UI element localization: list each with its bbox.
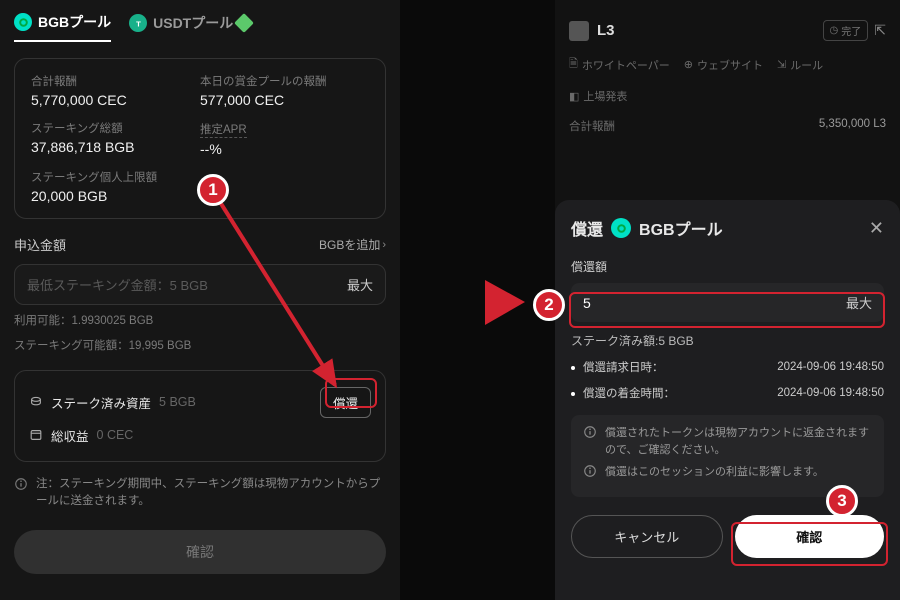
- total-reward-value: 5,770,000 CEC: [31, 92, 200, 108]
- cancel-button[interactable]: キャンセル: [571, 515, 723, 558]
- apply-title: 申込金額: [14, 235, 66, 254]
- confirm-stake-button[interactable]: 確認: [14, 530, 386, 574]
- staking-panel: BGBプール T USDTプール 合計報酬 5,770,000 CEC 本日の賞…: [0, 0, 400, 600]
- stake-total-label: ステーキング総額: [31, 120, 200, 136]
- tab-usdt-label: USDTプール: [153, 13, 233, 33]
- stake-total-value: 37,886,718 BGB: [31, 139, 200, 155]
- bullet-icon: [571, 392, 575, 396]
- stake-input-placeholder: 最低ステーキング金額：5 BGB: [27, 275, 208, 294]
- modal-pool-name: BGBプール: [639, 216, 723, 240]
- apr-label: 推定APR: [200, 121, 247, 138]
- personal-cap-value: 20,000 BGB: [31, 188, 200, 204]
- annotation-badge-1: 1: [197, 174, 229, 206]
- stake-max-button[interactable]: 最大: [347, 275, 373, 294]
- ru-stat-value: 5,350,000 L3: [819, 118, 886, 134]
- arrival-time-label: 償還の着金時間：: [583, 388, 675, 400]
- info-text-2: 償還はこのセッションの利益に影響します。: [605, 464, 824, 481]
- rules-link[interactable]: ⇲ルール: [777, 55, 823, 74]
- usdt-icon: T: [129, 14, 147, 32]
- share-icon[interactable]: ⇱: [874, 22, 886, 39]
- status-done-chip: ◷ 完了: [823, 20, 869, 41]
- staked-assets-label: ステーク済み資産: [51, 393, 151, 412]
- add-bgb-link[interactable]: BGBを追加 ›: [319, 236, 386, 253]
- confirm-redeem-button[interactable]: 確認: [735, 515, 885, 558]
- tab-bgb-pool[interactable]: BGBプール: [14, 12, 111, 42]
- modal-title-prefix: 償還: [571, 216, 603, 240]
- redeem-info-box: 償還されたトークンは現物アカウントに返金されますので、ご確認ください。 償還はこ…: [571, 415, 884, 497]
- arrival-time-value: 2024-09-06 19:48:50: [777, 387, 884, 399]
- annotation-badge-2: 2: [533, 289, 565, 321]
- svg-text:T: T: [136, 19, 141, 28]
- info-icon: [583, 425, 597, 439]
- total-earnings-value: 0 CEC: [97, 428, 134, 442]
- coins-icon: [29, 395, 43, 409]
- calendar-icon: [29, 428, 43, 442]
- done-label: 完了: [841, 23, 861, 38]
- redeem-button[interactable]: 償還: [320, 387, 371, 418]
- cube-icon: [234, 13, 254, 33]
- chevron-right-icon: ›: [382, 239, 386, 251]
- today-reward-value: 577,000 CEC: [200, 92, 369, 108]
- redeem-amount-value: 5: [583, 295, 591, 311]
- ru-stat-label: 合計報酬: [569, 118, 615, 134]
- staking-note: 注：ステーキング期間中、ステーキング額は現物アカウントからプールに送金されます。: [14, 476, 386, 511]
- megaphone-icon: ◧: [569, 90, 579, 103]
- link-icon: ⇲: [777, 58, 786, 71]
- available-balance: 利用可能：1.9930025 BGB: [14, 313, 386, 330]
- annotation-badge-3: 3: [826, 485, 858, 517]
- doc-icon: 🗎: [569, 55, 578, 74]
- whitepaper-link[interactable]: 🗎ホワイトペーパー: [569, 55, 670, 74]
- bgb-icon: [611, 218, 631, 238]
- total-earnings-label: 総収益: [51, 426, 89, 445]
- staked-amount-line: ステーク済み額:5 BGB: [571, 332, 884, 349]
- bullet-icon: [571, 366, 575, 370]
- staked-assets-value: 5 BGB: [159, 395, 196, 409]
- bgb-icon: [14, 13, 32, 31]
- info-icon: [14, 477, 28, 491]
- apr-value: --%: [200, 141, 369, 157]
- today-reward-label: 本日の賞金プールの報酬: [200, 73, 369, 89]
- info-icon: [583, 464, 597, 478]
- step-arrow-icon: [480, 275, 530, 330]
- stake-amount-input[interactable]: 最低ステーキング金額：5 BGB 最大: [14, 264, 386, 305]
- apply-section: 申込金額 BGBを追加 ›: [14, 235, 386, 254]
- globe-icon: ⊕: [684, 58, 693, 71]
- redeem-amount-label: 償還額: [571, 258, 884, 275]
- close-icon[interactable]: ✕: [869, 218, 884, 239]
- redeem-max-button[interactable]: 最大: [846, 293, 872, 312]
- stakeable-amount: ステーキング可能額：19,995 BGB: [14, 338, 386, 355]
- info-text-1: 償還されたトークンは現物アカウントに返金されますので、ご確認ください。: [605, 425, 872, 458]
- project-icon: [569, 21, 589, 41]
- tab-bgb-label: BGBプール: [38, 12, 111, 32]
- personal-cap-label: ステーキング個人上限額: [31, 169, 200, 185]
- redeem-amount-input[interactable]: 5 最大: [571, 283, 884, 322]
- listing-link[interactable]: ◧上場発表: [569, 88, 627, 104]
- request-time-value: 2024-09-06 19:48:50: [777, 361, 884, 373]
- total-reward-label: 合計報酬: [31, 73, 200, 89]
- pool-tabs: BGBプール T USDTプール: [14, 10, 386, 52]
- project-title: L3: [597, 22, 615, 39]
- clock-icon: ◷: [830, 25, 839, 36]
- website-link[interactable]: ⊕ウェブサイト: [684, 55, 763, 74]
- note-text: 注：ステーキング期間中、ステーキング額は現物アカウントからプールに送金されます。: [36, 476, 386, 511]
- project-links: 🗎ホワイトペーパー ⊕ウェブサイト ⇲ルール ◧上場発表: [555, 51, 900, 108]
- redeem-modal: 償還 BGBプール ✕ 償還額 5 最大 ステーク済み額:5 BGB 償還請求日…: [555, 200, 900, 600]
- staked-card: ステーク済み資産 5 BGB 償還 総収益 0 CEC: [14, 370, 386, 462]
- request-time-label: 償還請求日時：: [583, 362, 664, 374]
- add-bgb-label: BGBを追加: [319, 236, 380, 253]
- tab-usdt-pool[interactable]: T USDTプール: [129, 13, 251, 41]
